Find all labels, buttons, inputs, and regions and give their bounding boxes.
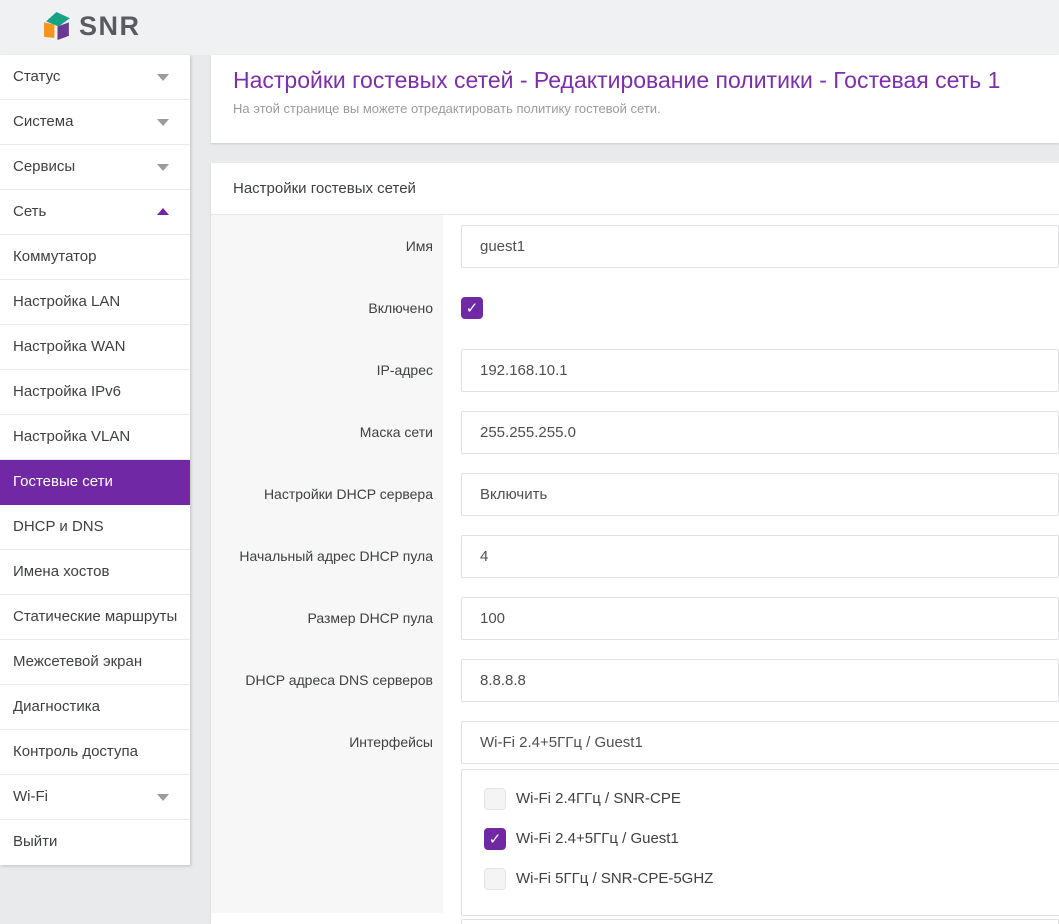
sidebar-item-static-routes[interactable]: Статические маршруты [0,595,190,640]
interface-option-checkbox[interactable] [484,828,506,850]
sidebar-item-status[interactable]: Статус [0,55,190,100]
sidebar-item-hostnames[interactable]: Имена хостов [0,550,190,595]
sidebar-item-system[interactable]: Система [0,100,190,145]
sidebar-item-label: Выйти [13,833,57,850]
form-row-dhcp-dns: DHCP адреса DNS серверов [211,649,1059,711]
form-row-dhcp-server: Настройки DHCP сервера Включить [211,463,1059,525]
guest-network-form-card: Настройки гостевых сетей Имя Включено IP… [211,163,1059,924]
interface-option-checkbox[interactable] [484,788,506,810]
form-row-ip-address: IP-адрес [211,339,1059,401]
topbar: SNR [0,0,1059,55]
dhcp-limit-input[interactable] [461,597,1059,640]
dhcp-server-select[interactable]: Включить [461,473,1059,516]
snr-cube-icon [44,11,72,41]
sidebar-item-lan-settings[interactable]: Настройка LAN [0,280,190,325]
dhcp-start-input[interactable] [461,535,1059,578]
chevron-up-icon [157,208,169,215]
sidebar-item-label: Сервисы [13,158,75,175]
sidebar-item-label: Настройка WAN [13,338,125,355]
field-label: Интерфейсы [211,711,443,913]
sidebar-item-label: Настройка VLAN [13,428,130,445]
netmask-input[interactable] [461,411,1059,454]
page-subtitle: На этой странице вы можете отредактирова… [211,94,1059,116]
sidebar-item-services[interactable]: Сервисы [0,145,190,190]
interface-option: Wi-Fi 2.4ГГц / SNR-CPE [484,788,1059,810]
page-title: Настройки гостевых сетей - Редактировани… [211,55,1059,94]
field-label: Маска сети [211,401,443,463]
interfaces-option-list: Wi-Fi 2.4ГГц / SNR-CPE Wi-Fi 2.4+5ГГц / … [461,769,1059,916]
sidebar: Статус Система Сервисы Сеть Коммутатор Н… [0,55,190,865]
chevron-down-icon [157,74,169,81]
interface-option-label: Wi-Fi 5ГГц / SNR-CPE-5GHZ [516,868,713,890]
sidebar-item-access-control[interactable]: Контроль доступа [0,730,190,775]
sidebar-item-label: Коммутатор [13,248,96,265]
interfaces-field: Wi-Fi 2.4+5ГГц / Guest1 Wi-Fi 2.4ГГц / S… [443,711,1059,913]
interface-option: Wi-Fi 2.4+5ГГц / Guest1 [484,828,1059,850]
sidebar-item-label: Диагностика [13,698,100,715]
interfaces-select[interactable]: Wi-Fi 2.4+5ГГц / Guest1 [461,721,1059,764]
brand-logo[interactable]: SNR [44,11,141,41]
sidebar-item-wan-settings[interactable]: Настройка WAN [0,325,190,370]
field-label: DHCP адреса DNS серверов [211,649,443,711]
interface-option: Wi-Fi 5ГГц / SNR-CPE-5GHZ [484,868,1059,890]
name-input[interactable] [461,225,1059,268]
chevron-down-icon [157,164,169,171]
form-row-name: Имя [211,215,1059,277]
sidebar-item-switch[interactable]: Коммутатор [0,235,190,280]
form-row-netmask: Маска сети [211,401,1059,463]
sidebar-item-label: Статус [13,68,60,85]
form-row-enabled: Включено [211,277,1059,339]
form-row-dhcp-limit: Размер DHCP пула [211,587,1059,649]
sidebar-item-label: Сеть [13,203,46,220]
field-label: Настройки DHCP сервера [211,463,443,525]
sidebar-item-label: Wi-Fi [13,788,48,805]
field-label: Начальный адрес DHCP пула [211,525,443,587]
form-row-dhcp-start: Начальный адрес DHCP пула [211,525,1059,587]
sidebar-item-label: Межсетевой экран [13,653,142,670]
sidebar-item-guest-networks[interactable]: Гостевые сети [0,460,190,505]
sidebar-item-ipv6-settings[interactable]: Настройка IPv6 [0,370,190,415]
next-field-input[interactable] [461,919,1059,924]
sidebar-item-label: Контроль доступа [13,743,138,760]
form-body: Имя Включено IP-адрес Маска сети Настрой… [211,215,1059,924]
form-row-interfaces: Интерфейсы Wi-Fi 2.4+5ГГц / Guest1 Wi-Fi… [211,711,1059,913]
sidebar-item-logout[interactable]: Выйти [0,820,190,865]
dhcp-dns-input[interactable] [461,659,1059,702]
field-label: IP-адрес [211,339,443,401]
sidebar-item-label: DHCP и DNS [13,518,104,535]
interface-option-label: Wi-Fi 2.4ГГц / SNR-CPE [516,788,681,810]
sidebar-item-label: Система [13,113,73,130]
sidebar-item-label: Настройка LAN [13,293,120,310]
sidebar-item-vlan-settings[interactable]: Настройка VLAN [0,415,190,460]
brand-name: SNR [79,11,141,41]
sidebar-item-label: Гостевые сети [13,473,113,490]
interface-option-checkbox[interactable] [484,868,506,890]
sidebar-item-firewall[interactable]: Межсетевой экран [0,640,190,685]
field-label: Имя [211,215,443,277]
field-label: Размер DHCP пула [211,587,443,649]
sidebar-item-label: Настройка IPv6 [13,383,121,400]
section-title: Настройки гостевых сетей [211,163,1059,215]
ip-address-input[interactable] [461,349,1059,392]
chevron-down-icon [157,794,169,801]
sidebar-item-wifi[interactable]: Wi-Fi [0,775,190,820]
page-title-card: Настройки гостевых сетей - Редактировани… [211,55,1059,143]
sidebar-item-network[interactable]: Сеть [0,190,190,235]
enabled-checkbox[interactable] [461,297,483,319]
interface-option-label: Wi-Fi 2.4+5ГГц / Guest1 [516,828,679,850]
chevron-down-icon [157,119,169,126]
sidebar-item-diagnostics[interactable]: Диагностика [0,685,190,730]
sidebar-item-dhcp-dns[interactable]: DHCP и DNS [0,505,190,550]
sidebar-item-label: Статические маршруты [13,608,177,625]
sidebar-item-label: Имена хостов [13,563,109,580]
field-label [211,913,443,924]
field-label: Включено [211,277,443,339]
